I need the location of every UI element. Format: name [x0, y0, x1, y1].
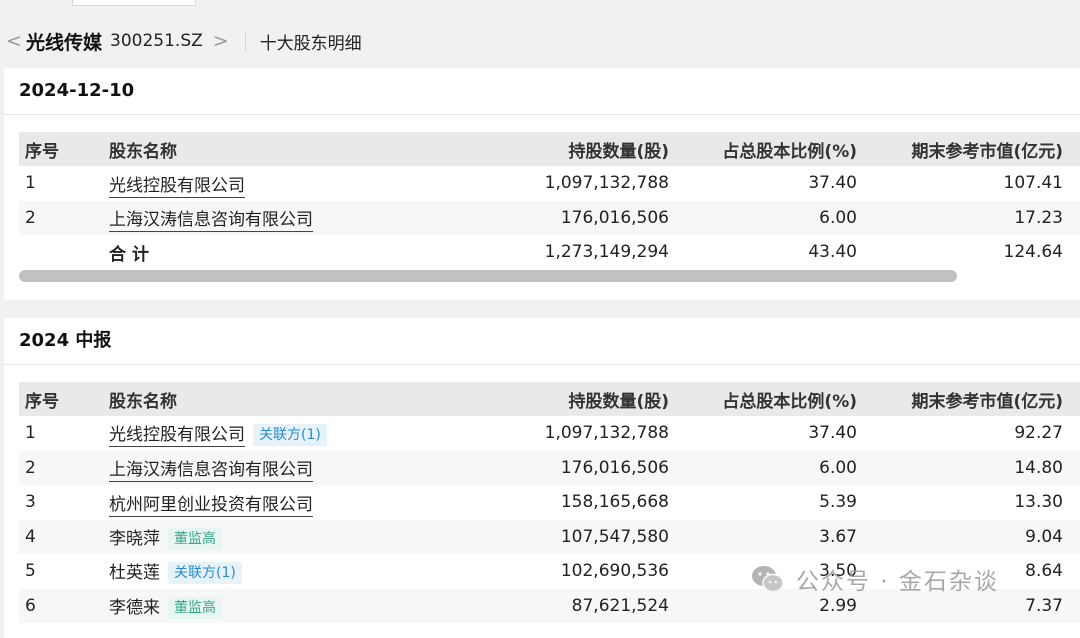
col-header-no: 序号 [19, 382, 99, 416]
page-subtitle: 十大股东明细 [259, 33, 362, 54]
executive-tag[interactable]: 董监高 [168, 527, 222, 550]
forward-chevron-icon[interactable]: > [213, 30, 229, 52]
related-party-tag[interactable]: 关联方(1) [168, 562, 242, 585]
col-header-no: 序号 [19, 132, 99, 166]
col-header-shares[interactable]: 持股数量(股) [499, 382, 681, 416]
row-no: 3 [25, 492, 36, 513]
row-value: 14.80 [867, 450, 1080, 485]
table-row: 2 上海汉涛信息咨询有限公司 176,016,506 6.00 14.80 [19, 450, 1080, 485]
shareholder-link[interactable]: 上海汉涛信息咨询有限公司 [109, 210, 313, 233]
stock-name: 光线传媒 [26, 31, 103, 54]
row-ratio: 3.67 [681, 519, 867, 554]
row-ratio: 6.00 [681, 450, 867, 485]
shareholders-card-latest: 2024-12-10 序号 股东名称 持股数量(股) 占总股本比例(%) 期末参… [4, 68, 1080, 300]
shareholder-link[interactable]: 光线控股有限公司 [109, 175, 245, 198]
col-header-value[interactable]: 期末参考市值(亿元) [867, 382, 1080, 416]
section-title: 2024 中报 [4, 318, 1080, 365]
shareholder-name: 李德来 [109, 597, 160, 618]
row-ratio: 37.40 [808, 173, 857, 194]
row-value: 92.27 [1014, 423, 1063, 444]
top-toolbar-tab[interactable] [72, 0, 196, 6]
row-shares: 158,165,668 [560, 492, 669, 513]
row-shares: 87,621,524 [499, 588, 681, 623]
back-chevron-icon[interactable]: < [6, 30, 22, 52]
table-row: 4 李晓萍 董监高 107,547,580 3.67 9.04 [19, 519, 1080, 554]
row-no: 4 [19, 519, 99, 554]
shareholder-link[interactable]: 光线控股有限公司 [109, 425, 245, 448]
row-no: 2 [19, 200, 99, 235]
col-header-ratio[interactable]: 占总股本比例(%) [681, 132, 867, 166]
row-no: 1 [25, 173, 36, 194]
col-header-ratio[interactable]: 占总股本比例(%) [681, 382, 867, 416]
row-no: 5 [25, 561, 36, 582]
col-header-value[interactable]: 期末参考市值(亿元) [867, 132, 1080, 166]
total-ratio: 43.40 [808, 242, 857, 263]
row-ratio: 37.40 [808, 423, 857, 444]
col-header-name: 股东名称 [99, 132, 499, 166]
row-no: 2 [19, 450, 99, 485]
table-row: 3 杭州阿里创业投资有限公司 158,165,668 5.39 13.30 [19, 485, 1080, 520]
table-row: 1 光线控股有限公司 1,097,132,788 37.40 107.41 [19, 166, 1080, 201]
shareholder-link[interactable]: 杭州阿里创业投资有限公司 [109, 494, 313, 517]
row-ratio: 6.00 [681, 200, 867, 235]
stock-code: 300251.SZ [110, 31, 203, 51]
watermark-text: 公众号 · 金石杂谈 [796, 569, 999, 595]
row-value: 9.04 [867, 519, 1080, 554]
total-label: 合计 [109, 244, 155, 265]
related-party-tag[interactable]: 关联方(1) [253, 424, 327, 447]
total-value: 124.64 [1003, 242, 1063, 263]
shareholder-name: 李晓萍 [109, 528, 160, 549]
total-row: 合计 1,273,149,294 43.40 124.64 [19, 235, 1080, 270]
wechat-icon [752, 566, 784, 593]
row-shares: 102,690,536 [560, 561, 669, 582]
row-ratio: 5.39 [819, 492, 857, 513]
row-value: 107.41 [1003, 173, 1063, 194]
horizontal-scrollbar[interactable] [19, 270, 957, 282]
executive-tag[interactable]: 董监高 [168, 596, 222, 619]
section-title: 2024-12-10 [4, 68, 1080, 115]
watermark: 公众号 · 金石杂谈 [750, 562, 999, 596]
header-divider [244, 30, 246, 52]
table-header-row: 序号 股东名称 持股数量(股) 占总股本比例(%) 期末参考市值(亿元) [19, 132, 1080, 166]
col-header-name: 股东名称 [99, 382, 499, 416]
page-header: < 光线传媒 300251.SZ > 十大股东明细 [0, 18, 1080, 64]
shareholder-name: 杜英莲 [109, 563, 160, 584]
row-no: 1 [25, 423, 36, 444]
row-no: 6 [19, 588, 99, 623]
row-shares: 1,097,132,788 [544, 173, 669, 194]
table-header-row: 序号 股东名称 持股数量(股) 占总股本比例(%) 期末参考市值(亿元) [19, 382, 1080, 416]
col-header-shares[interactable]: 持股数量(股) [499, 132, 681, 166]
table-row: 1 光线控股有限公司 关联方(1) 1,097,132,788 37.40 92.… [19, 416, 1080, 451]
shareholder-link[interactable]: 上海汉涛信息咨询有限公司 [109, 460, 313, 483]
shareholders-table: 序号 股东名称 持股数量(股) 占总股本比例(%) 期末参考市值(亿元) 1 光… [19, 132, 1080, 270]
row-value: 17.23 [867, 200, 1080, 235]
row-value: 13.30 [1014, 492, 1063, 513]
row-shares: 176,016,506 [499, 200, 681, 235]
row-shares: 176,016,506 [499, 450, 681, 485]
row-shares: 107,547,580 [499, 519, 681, 554]
total-shares: 1,273,149,294 [544, 242, 669, 263]
table-row: 2 上海汉涛信息咨询有限公司 176,016,506 6.00 17.23 [19, 200, 1080, 235]
row-shares: 1,097,132,788 [544, 423, 669, 444]
